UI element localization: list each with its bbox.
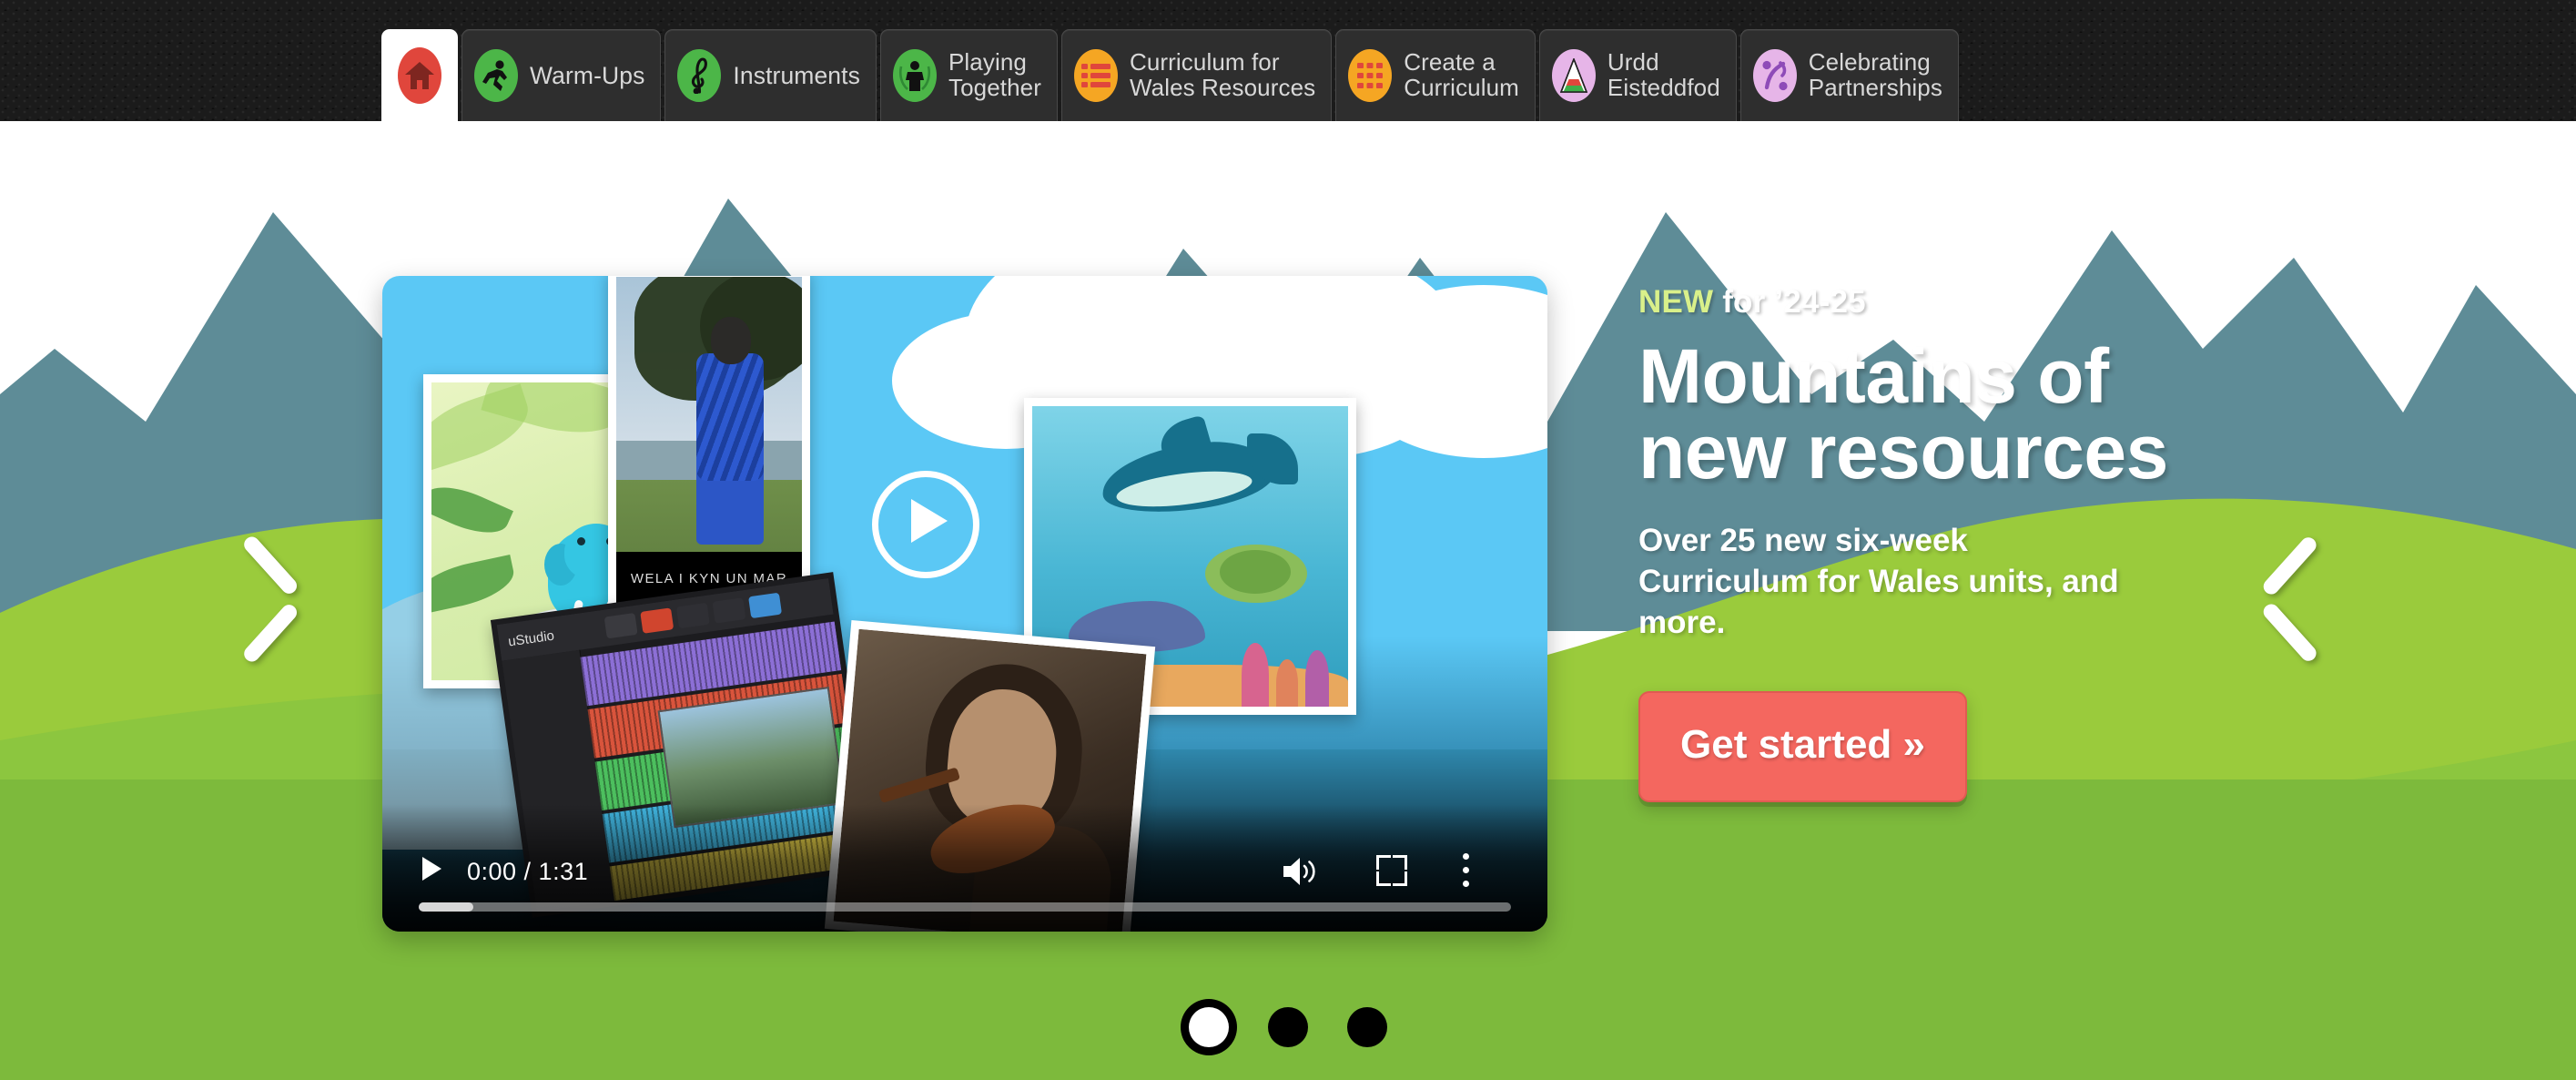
hero-kicker-new: NEW — [1638, 284, 1714, 320]
nav-tab-label: Instruments — [733, 61, 860, 89]
hero-headline: Mountains of new resources — [1638, 333, 2168, 495]
nav-tab-label: Celebrating Partnerships — [1808, 48, 1942, 101]
carousel-dot-3[interactable] — [1347, 1007, 1387, 1047]
page-root: Warm-Ups Instruments Playing Together Cu… — [0, 0, 2576, 1080]
hero-kicker: NEW for ’24-25 — [1638, 284, 2458, 321]
dot-grid-icon — [1348, 49, 1393, 102]
nav-tab-row: Warm-Ups Instruments Playing Together Cu… — [381, 29, 1959, 121]
nav-tab-instruments[interactable]: Instruments — [664, 29, 877, 121]
video-time-display: 0:00 / 1:31 — [467, 858, 589, 885]
nav-tab-curriculum-for-wales-resources[interactable]: Curriculum for Wales Resources — [1060, 29, 1333, 121]
home-icon — [398, 46, 441, 104]
hero-video-player[interactable]: WELA I KYN UN MAR uStudio 0:00 / 1:31 — [382, 276, 1547, 932]
video-volume-icon[interactable] — [1282, 855, 1322, 888]
video-fullscreen-icon[interactable] — [1376, 855, 1407, 886]
welsh-flag-triangle-icon — [1551, 49, 1596, 102]
nav-tab-label: Warm-Ups — [530, 61, 645, 89]
thumbnail-outdoor-singer: WELA I KYN UN MAR — [608, 276, 810, 613]
percent-music-icon — [1752, 49, 1797, 102]
nav-tab-label: Urdd Eisteddfod — [1607, 48, 1720, 101]
nav-tab-home[interactable] — [381, 29, 458, 121]
video-play-button[interactable] — [422, 857, 441, 881]
treble-clef-icon — [677, 49, 722, 102]
hero-kicker-rest: for ’24-25 — [1713, 284, 1866, 320]
nav-tab-create-a-curriculum[interactable]: Create a Curriculum — [1335, 29, 1536, 121]
get-started-button[interactable]: Get started » — [1638, 690, 1967, 802]
video-progress-scrubber[interactable] — [419, 902, 1511, 912]
carousel-dot-1[interactable] — [1189, 1007, 1229, 1047]
group-person-icon — [892, 49, 937, 102]
video-controls-bar: 0:00 / 1:31 — [382, 822, 1547, 932]
nav-tab-label: Create a Curriculum — [1404, 48, 1519, 101]
video-progress-fill — [419, 902, 473, 912]
running-person-icon — [474, 49, 518, 102]
nav-tab-playing-together[interactable]: Playing Together — [879, 29, 1058, 121]
nav-tab-celebrating-partnerships[interactable]: Celebrating Partnerships — [1739, 29, 1959, 121]
top-navigation-bar: Warm-Ups Instruments Playing Together Cu… — [0, 0, 2576, 121]
nav-tab-label: Curriculum for Wales Resources — [1129, 48, 1316, 101]
video-play-overlay-button[interactable] — [872, 471, 979, 578]
carousel-dot-2[interactable] — [1268, 1007, 1308, 1047]
carousel-prev-arrow-icon[interactable] — [238, 534, 300, 665]
nav-tab-warm-ups[interactable]: Warm-Ups — [461, 29, 662, 121]
carousel-next-arrow-icon[interactable] — [2260, 534, 2339, 665]
nav-tab-label: Playing Together — [948, 48, 1041, 101]
video-more-options-icon[interactable] — [1463, 853, 1470, 888]
nav-tab-urdd-eisteddfod[interactable]: Urdd Eisteddfod — [1538, 29, 1737, 121]
list-grid-icon — [1073, 49, 1118, 102]
carousel-dots — [0, 1007, 2576, 1047]
